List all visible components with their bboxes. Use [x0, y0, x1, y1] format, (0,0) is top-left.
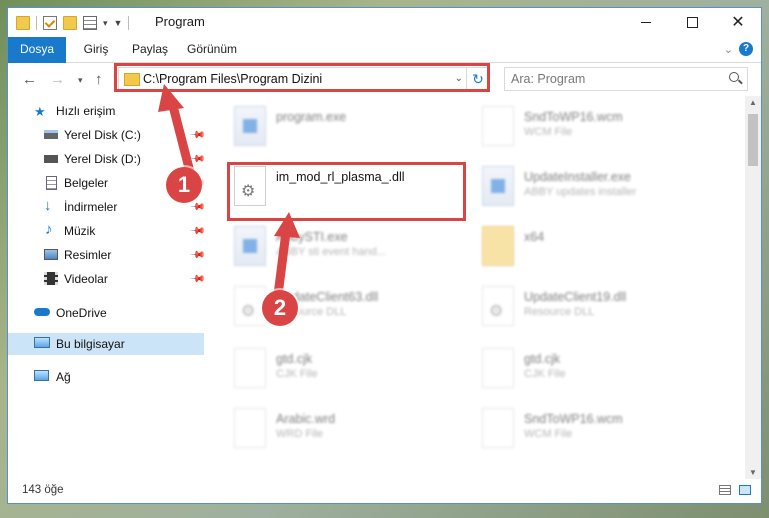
annotation-arrows: [158, 84, 300, 300]
arrow-1: [158, 84, 195, 177]
step-2-badge: 2: [262, 290, 298, 326]
step-1-badge: 1: [166, 167, 202, 203]
arrow-2: [273, 212, 300, 300]
